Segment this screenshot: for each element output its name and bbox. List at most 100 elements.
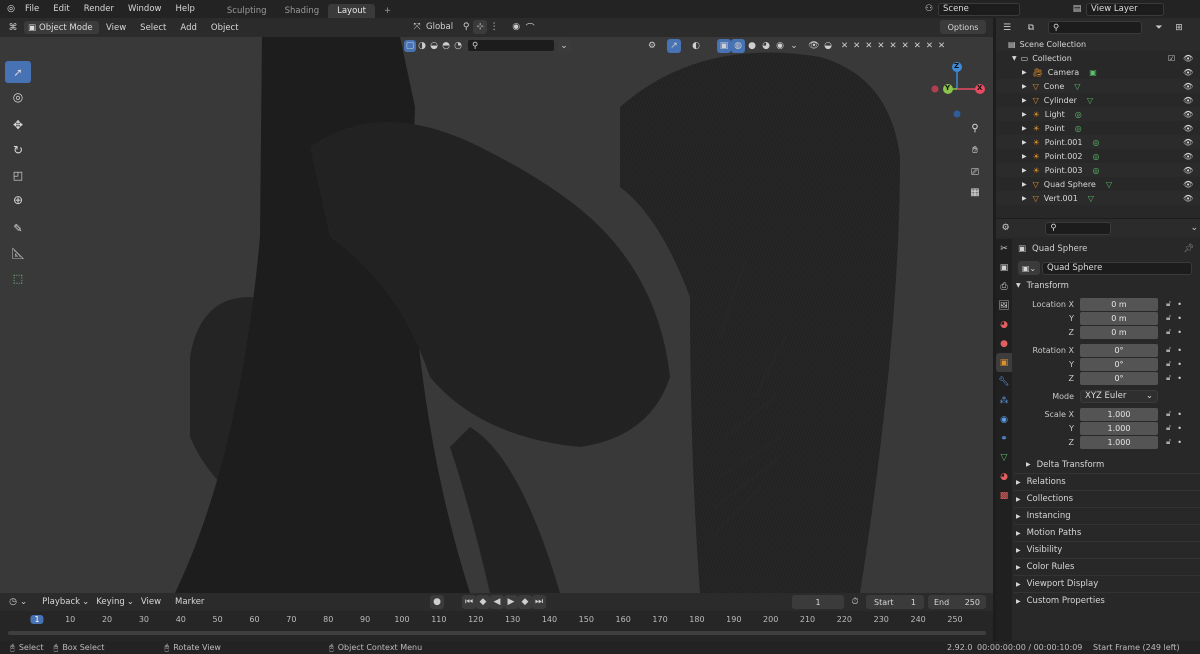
eye-visibility-icon[interactable]: 👁︎ bbox=[807, 39, 821, 53]
exclude-checkbox[interactable]: ☑ bbox=[1168, 54, 1175, 63]
rotation-mode-selector[interactable]: XYZ Euler ⌄ bbox=[1080, 389, 1158, 403]
new-collection-icon[interactable]: ⊞ bbox=[1172, 21, 1186, 35]
expand-arrow-icon[interactable]: ▶ bbox=[1022, 83, 1027, 90]
expand-arrow-icon[interactable]: ▶ bbox=[1022, 167, 1027, 174]
wireframe-shading-icon[interactable]: ◍ bbox=[731, 38, 745, 53]
mode-selector[interactable]: ▣ Object Mode bbox=[24, 21, 99, 34]
particles-tab[interactable]: ⁂ bbox=[996, 391, 1012, 410]
outliner-item-cone[interactable]: ▶ ▽ Cone ▽ 👁︎ bbox=[996, 79, 1200, 93]
keyframe-dot-icon[interactable]: • bbox=[1177, 438, 1182, 447]
keyframe-dot-icon[interactable]: • bbox=[1177, 346, 1182, 355]
tab-shading[interactable]: Shading bbox=[276, 4, 329, 18]
panel-instancing[interactable]: ▶ Instancing bbox=[1014, 507, 1200, 524]
lock-icon[interactable]: 🔓︎ bbox=[1166, 313, 1171, 323]
scene-tab[interactable]: ◕ bbox=[996, 315, 1012, 334]
visibility-eye-icon[interactable]: 👁︎ bbox=[1183, 54, 1193, 63]
timeline[interactable]: 1 10 20 30 40 50 60 70 80 90 100 110 120 130 140 150 160… bbox=[0, 611, 993, 641]
prev-keyframe-icon[interactable]: ◆ bbox=[476, 595, 490, 609]
next-keyframe-icon[interactable]: ◆ bbox=[518, 595, 532, 609]
restrict-toggles[interactable]: ✕✕✕✕✕✕✕✕✕ bbox=[841, 41, 950, 51]
tab-sculpting[interactable]: Sculpting bbox=[218, 4, 276, 18]
scale-tool[interactable]: ◰ bbox=[5, 164, 31, 186]
panel-visibility[interactable]: ▶ Visibility bbox=[1014, 541, 1200, 558]
rotation-x-field[interactable]: 0° bbox=[1080, 343, 1158, 357]
outliner-search-input[interactable]: ⚲ bbox=[1048, 21, 1142, 34]
world-tab[interactable]: ● bbox=[996, 334, 1012, 353]
tab-layout[interactable]: Layout bbox=[328, 4, 376, 18]
frame-ruler[interactable]: 1 10 20 30 40 50 60 70 80 90 100 110 120 130 140 150 160… bbox=[0, 611, 993, 625]
outliner-item-cylinder[interactable]: ▶ ▽ Cylinder ▽ 👁︎ bbox=[996, 93, 1200, 107]
transform-orientation-selector[interactable]: Global bbox=[426, 22, 453, 32]
jump-start-icon[interactable]: ⏮ bbox=[462, 595, 476, 609]
tool-tab[interactable]: ✂ bbox=[996, 239, 1012, 258]
menu-object[interactable]: Object bbox=[204, 23, 246, 33]
visibility-eye-icon[interactable]: 👁︎ bbox=[1183, 110, 1193, 119]
transform-tool[interactable]: ⊕ bbox=[5, 189, 31, 211]
keyframe-dot-icon[interactable]: • bbox=[1177, 300, 1182, 309]
outliner-item-camera[interactable]: ▶ 🎥︎ Camera ▣ 👁︎ bbox=[996, 65, 1200, 79]
menu-edit[interactable]: Edit bbox=[46, 4, 76, 14]
menu-help[interactable]: Help bbox=[168, 4, 201, 14]
viewport-search-input[interactable]: ⚲ bbox=[467, 39, 555, 52]
measure-tool[interactable]: 📐︎ bbox=[5, 242, 31, 264]
pivot-point-icon[interactable]: ⚲ bbox=[459, 20, 473, 34]
play-reverse-icon[interactable]: ◀ bbox=[490, 595, 504, 609]
shading-material-icon[interactable]: ◒ bbox=[428, 40, 440, 52]
annotate-tool[interactable]: ✎ bbox=[5, 217, 31, 239]
material-shading-icon[interactable]: ◕ bbox=[759, 39, 773, 53]
object-data-selector[interactable]: ▣⌄ bbox=[1018, 261, 1040, 275]
menu-playback[interactable]: Playback bbox=[35, 597, 87, 607]
scene-selector[interactable]: Scene bbox=[938, 2, 1020, 16]
outliner-item-point-002[interactable]: ▶ ☀︎ Point.002 ◎ 👁︎ bbox=[996, 149, 1200, 163]
visibility-eye-icon[interactable]: 👁︎ bbox=[1183, 68, 1193, 77]
editor-type-chevron-icon[interactable]: ⌄ bbox=[20, 597, 27, 607]
output-tab[interactable]: ⎙ bbox=[996, 277, 1012, 296]
expand-arrow-icon[interactable]: ▶ bbox=[1022, 125, 1027, 132]
shading-extra-icon[interactable]: ◔ bbox=[452, 40, 464, 52]
properties-editor-type-icon[interactable]: ⚙ bbox=[1000, 221, 1011, 235]
select-box-tool[interactable]: ➚ bbox=[5, 61, 31, 83]
end-frame-field[interactable]: End 250 bbox=[928, 595, 986, 609]
keyframe-dot-icon[interactable]: • bbox=[1177, 374, 1182, 383]
menu-window[interactable]: Window bbox=[121, 4, 169, 14]
outliner-item-point-001[interactable]: ▶ ☀︎ Point.001 ◎ 👁︎ bbox=[996, 135, 1200, 149]
rotate-tool[interactable]: ↻ bbox=[5, 139, 31, 161]
outliner-editor-type-icon[interactable]: ☰ bbox=[1000, 21, 1014, 35]
outliner-item-light[interactable]: ▶ ☀︎ Light ◎ 👁︎ bbox=[996, 107, 1200, 121]
collection-row[interactable]: ▼ ▭ Collection ☑ 👁︎ bbox=[996, 51, 1200, 65]
lock-icon[interactable]: 🔓︎ bbox=[1166, 409, 1171, 419]
menu-view[interactable]: View bbox=[99, 23, 133, 33]
view-layer-tab[interactable]: 🖼︎ bbox=[996, 296, 1012, 315]
visibility-eye-icon[interactable]: 👁︎ bbox=[1183, 166, 1193, 175]
current-frame-field[interactable]: 1 bbox=[792, 595, 844, 609]
object-visibility-icon[interactable]: ⚙ bbox=[645, 39, 659, 53]
location-x-field[interactable]: 0 m bbox=[1080, 297, 1158, 311]
scene-collection-row[interactable]: ▤ Scene Collection bbox=[996, 37, 1200, 51]
texture-tab[interactable]: ▩ bbox=[996, 486, 1012, 505]
visibility-eye-icon[interactable]: 👁︎ bbox=[1183, 180, 1193, 189]
menu-render[interactable]: Render bbox=[77, 4, 121, 14]
pan-view-button[interactable]: ✋︎ bbox=[966, 141, 984, 159]
rendered-shading-icon[interactable]: ◉ bbox=[773, 39, 787, 53]
expand-arrow-icon[interactable]: ▶ bbox=[1022, 181, 1027, 188]
restrict-viewport-icon[interactable]: ◒ bbox=[821, 39, 835, 53]
scale-z-field[interactable]: 1.000 bbox=[1080, 435, 1158, 449]
gizmo-toggle-icon[interactable]: ↗ bbox=[667, 38, 681, 53]
lock-icon[interactable]: 🔓︎ bbox=[1166, 299, 1171, 309]
visibility-eye-icon[interactable]: 👁︎ bbox=[1183, 194, 1193, 203]
properties-options-icon[interactable]: ⌄ bbox=[1189, 221, 1200, 235]
menu-add[interactable]: Add bbox=[173, 23, 203, 33]
panel-viewport-display[interactable]: ▶ Viewport Display bbox=[1014, 575, 1200, 592]
options-button[interactable]: Options bbox=[940, 20, 986, 34]
lock-icon[interactable]: 🔓︎ bbox=[1166, 359, 1171, 369]
menu-select[interactable]: Select bbox=[133, 23, 173, 33]
visibility-eye-icon[interactable]: 👁︎ bbox=[1183, 124, 1193, 133]
zoom-view-button[interactable]: ⚲ bbox=[966, 119, 984, 137]
snap-target-icon[interactable]: ⋮ bbox=[487, 20, 501, 34]
panel-color-rules[interactable]: ▶ Color Rules bbox=[1014, 558, 1200, 575]
menu-marker[interactable]: Marker bbox=[168, 597, 211, 607]
play-icon[interactable]: ▶ bbox=[504, 595, 518, 609]
data-tab[interactable]: ▽ bbox=[996, 448, 1012, 467]
modifier-tab[interactable]: 🔧︎ bbox=[996, 372, 1012, 391]
expand-arrow-icon[interactable]: ▶ bbox=[1022, 195, 1027, 202]
